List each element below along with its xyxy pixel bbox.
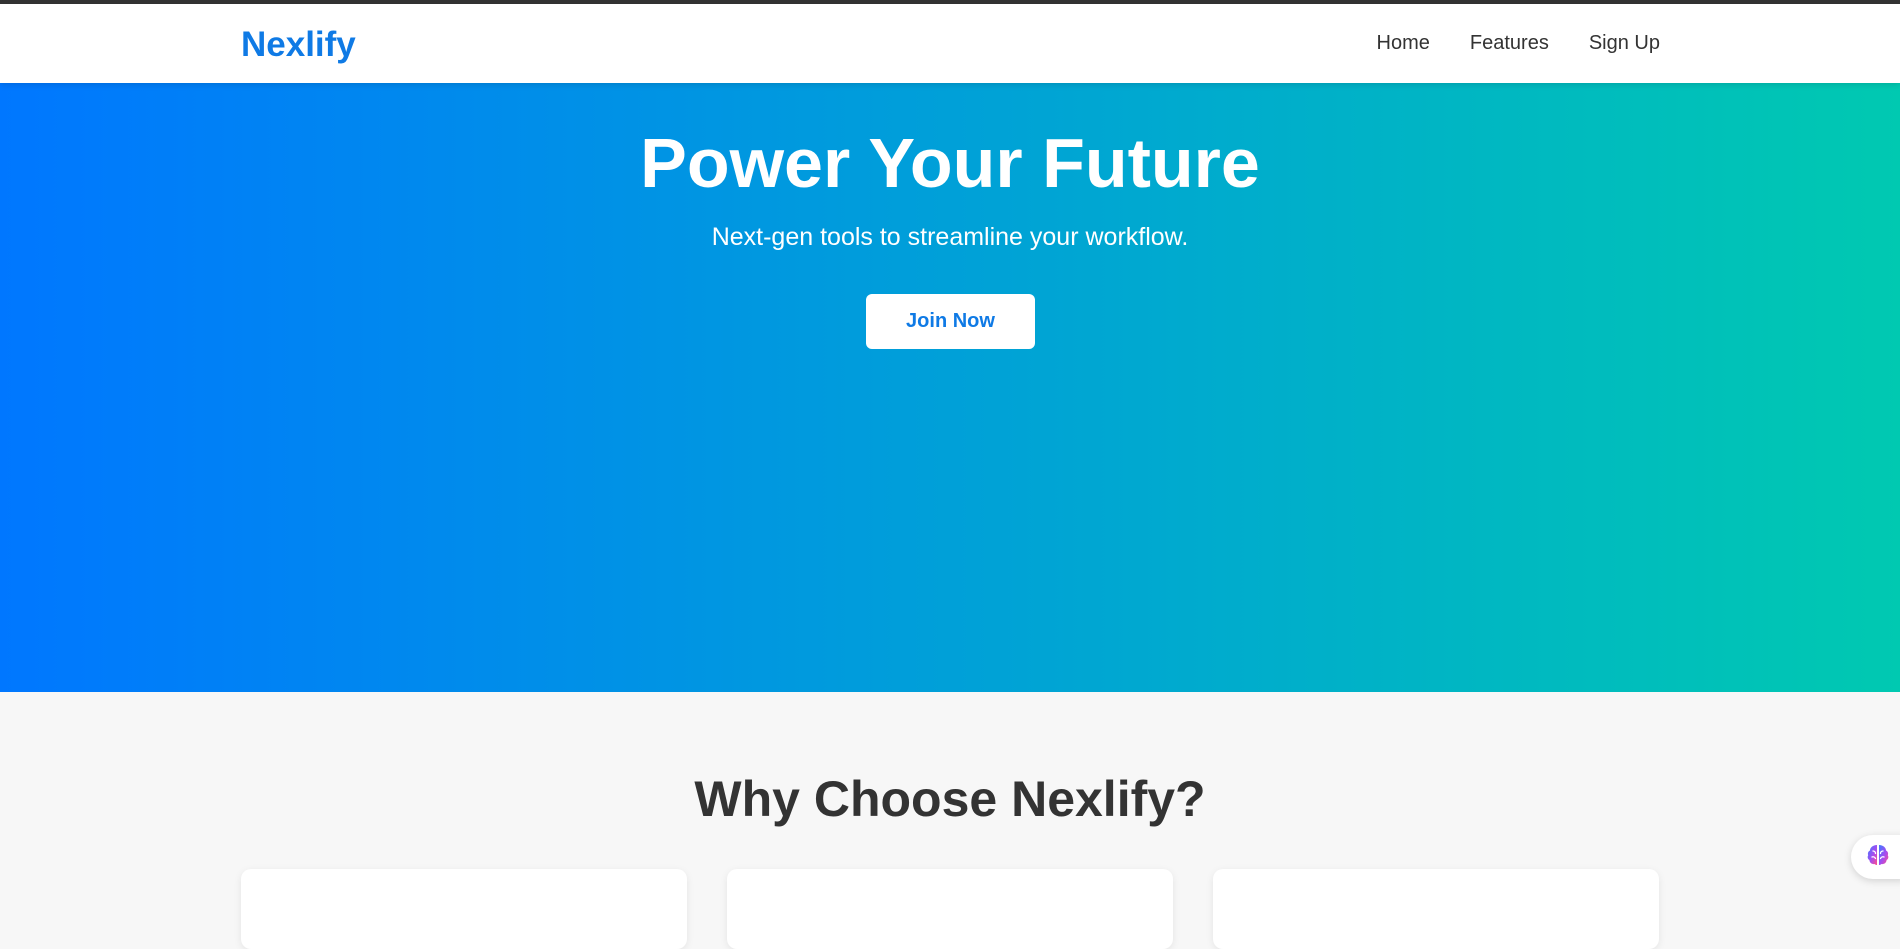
feature-card	[1213, 869, 1659, 949]
nav-link-home[interactable]: Home	[1377, 32, 1430, 55]
nav-link-sign-up[interactable]: Sign Up	[1589, 32, 1660, 55]
brain-icon	[1865, 842, 1891, 873]
navbar: Nexlify Home Features Sign Up	[0, 4, 1900, 83]
nav-links: Home Features Sign Up	[1377, 32, 1660, 55]
nav-link-features[interactable]: Features	[1470, 32, 1549, 55]
features-heading: Why Choose Nexlify?	[694, 771, 1206, 827]
brand-logo[interactable]: Nexlify	[241, 25, 356, 65]
feature-card	[241, 869, 687, 949]
hero-subtitle: Next-gen tools to streamline your workfl…	[711, 223, 1189, 251]
join-now-button[interactable]: Join Now	[866, 294, 1035, 349]
hero-title: Power Your Future	[640, 124, 1260, 202]
hero-section: Power Your Future Next-gen tools to stre…	[0, 83, 1900, 692]
features-section: Why Choose Nexlify?	[0, 692, 1900, 949]
assistant-widget[interactable]	[1851, 835, 1900, 879]
feature-card	[727, 869, 1173, 949]
